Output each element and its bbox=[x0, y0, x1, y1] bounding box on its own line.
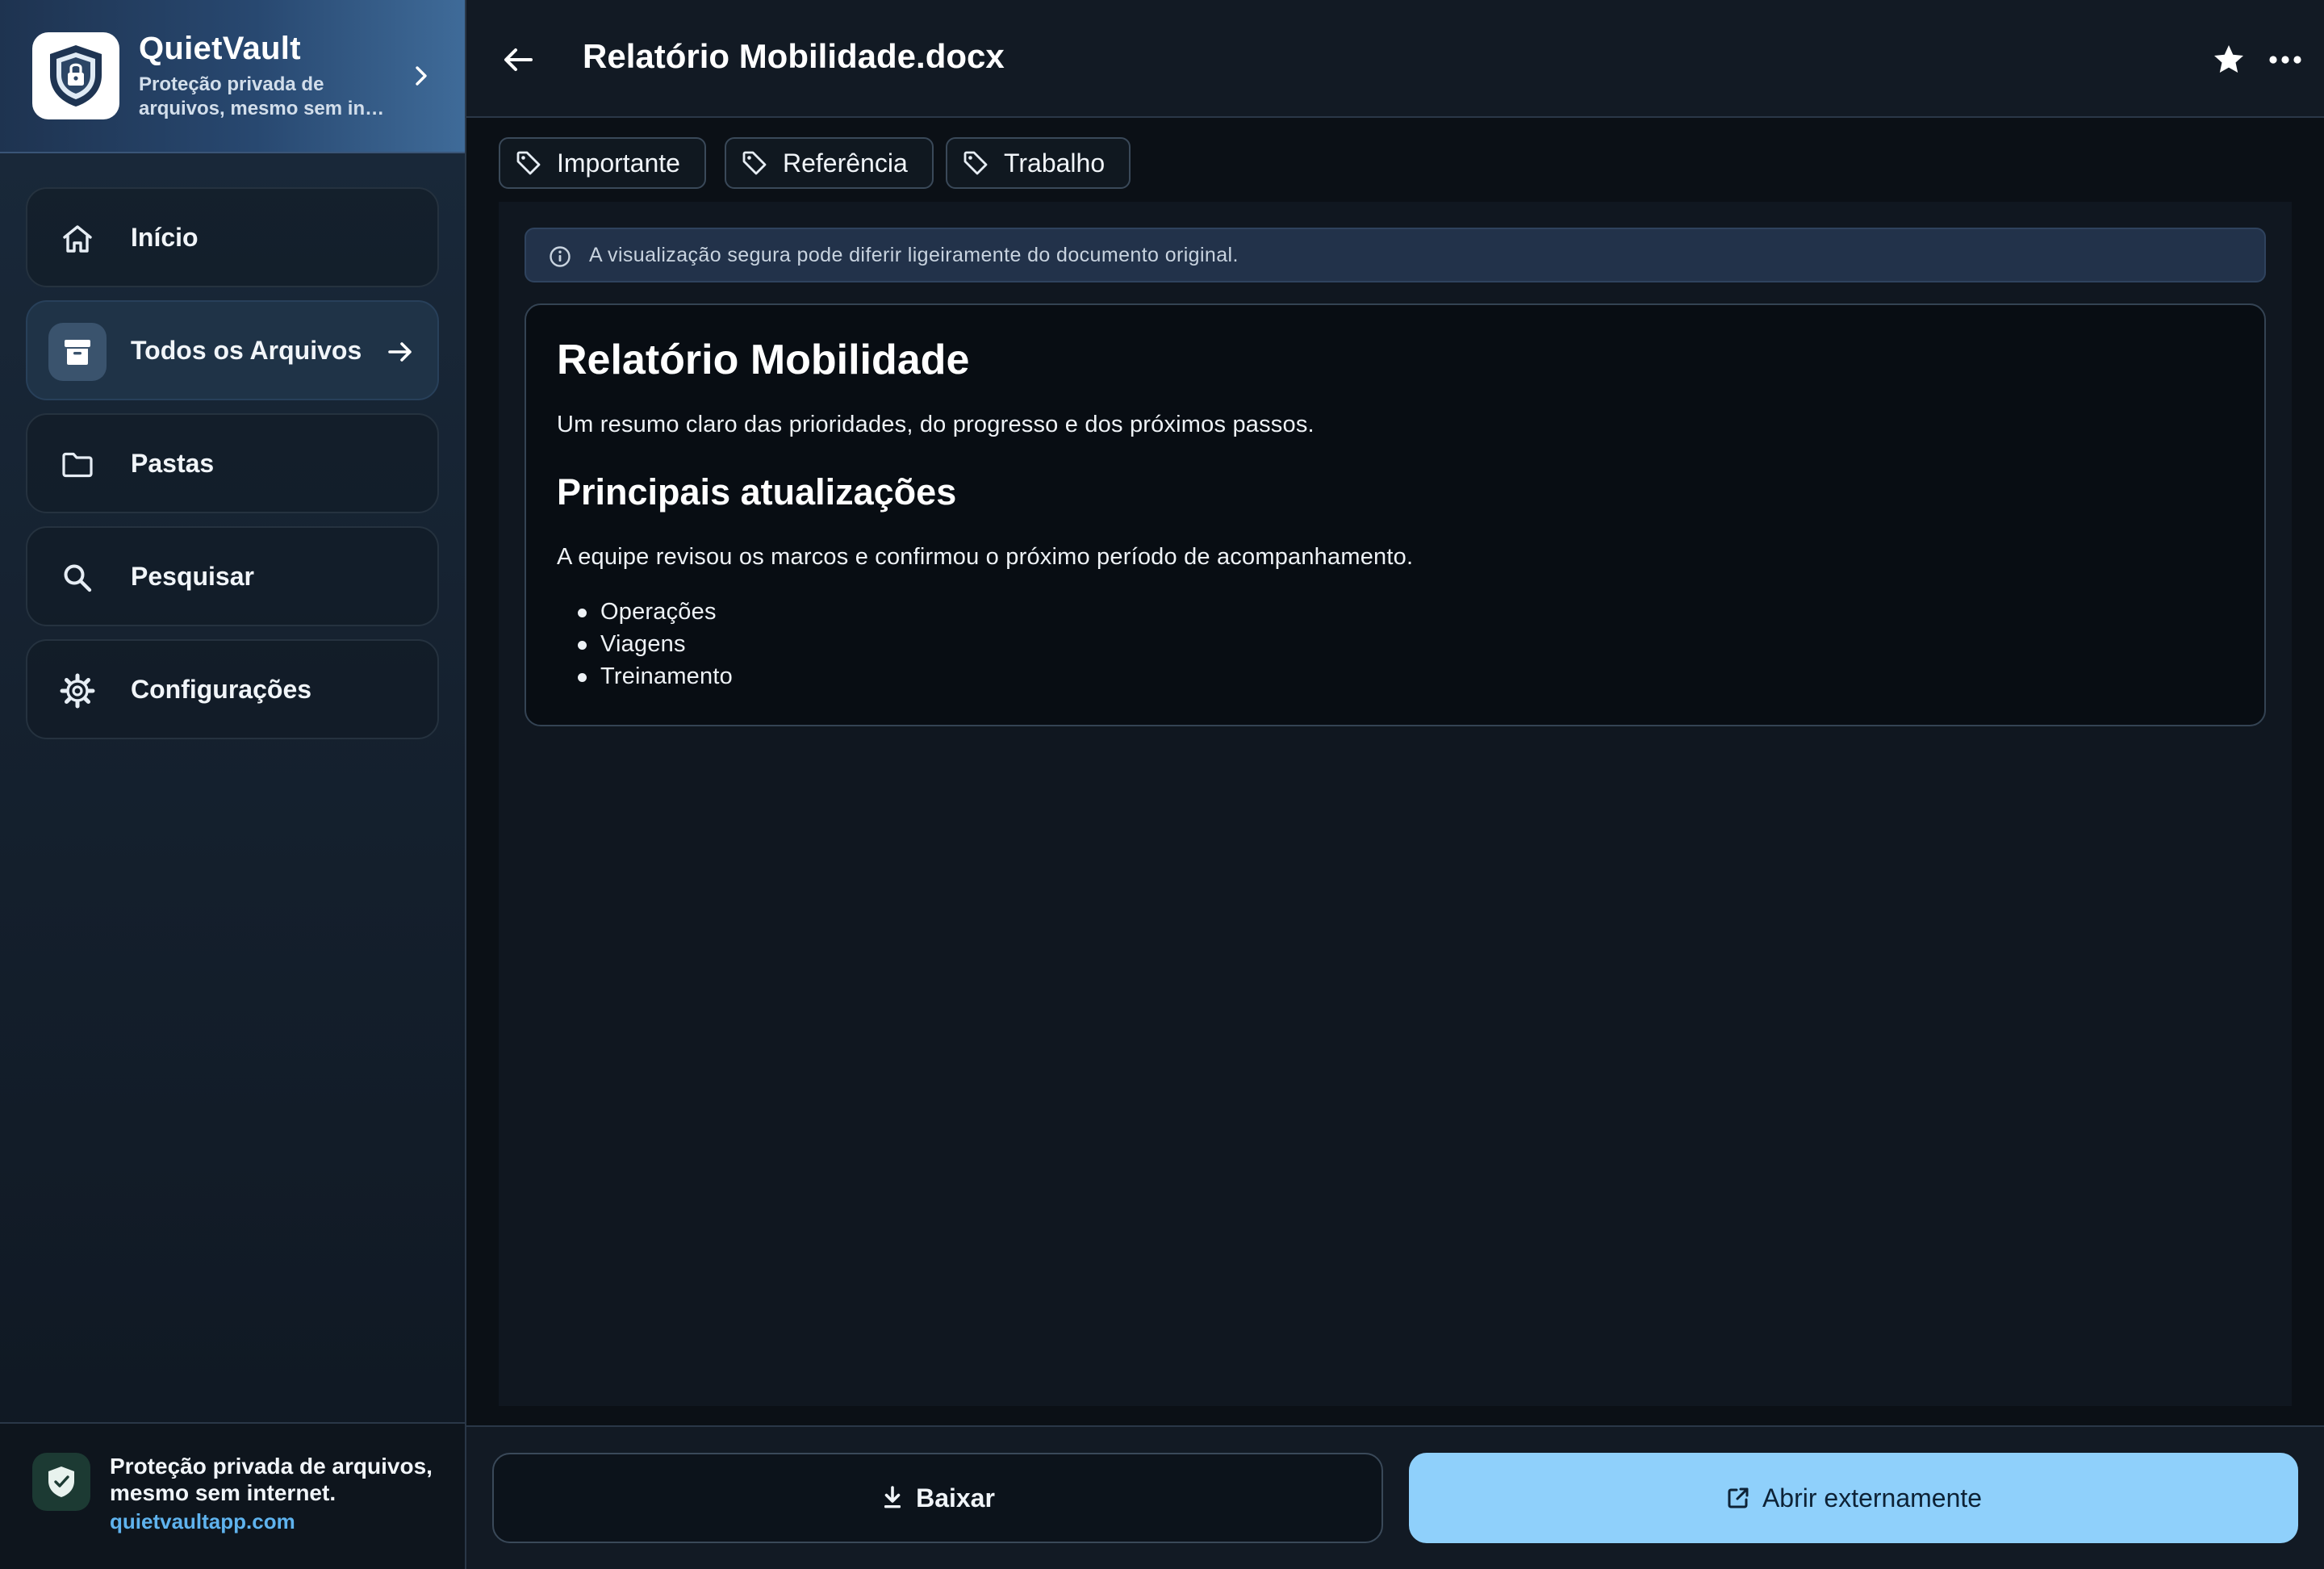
document-preview: Relatório Mobilidade Um resumo claro das… bbox=[525, 303, 2266, 726]
open-externally-button[interactable]: Abrir externamente bbox=[1409, 1453, 2298, 1543]
back-button[interactable] bbox=[495, 37, 541, 82]
folder-icon bbox=[62, 452, 93, 478]
tag-icon bbox=[963, 151, 988, 175]
document-heading: Relatório Mobilidade bbox=[557, 337, 970, 383]
sidebar: QuietVault Proteção privada de arquivos,… bbox=[0, 0, 466, 1569]
sidebar-footer: Proteção privada de arquivos, mesmo sem … bbox=[0, 1422, 465, 1569]
sidebar-item-label: Todos os Arquivos bbox=[131, 336, 362, 365]
home-icon bbox=[63, 225, 92, 253]
more-horizontal-icon bbox=[2269, 56, 2301, 64]
preview-notice: A visualização segura pode diferir ligei… bbox=[525, 228, 2266, 282]
list-item: Operações bbox=[578, 596, 733, 628]
star-icon bbox=[2214, 45, 2243, 73]
archive-box-icon bbox=[65, 340, 90, 365]
list-item: Viagens bbox=[578, 628, 733, 660]
shield-lock-icon bbox=[50, 45, 102, 107]
app-logo bbox=[32, 32, 119, 119]
sidebar-item-label: Pesquisar bbox=[131, 562, 254, 591]
sidebar-item-label: Pastas bbox=[131, 449, 215, 478]
tag-label: Trabalho bbox=[1004, 148, 1106, 178]
shield-check-icon bbox=[48, 1466, 74, 1497]
external-link-icon bbox=[1728, 1487, 1749, 1508]
info-icon bbox=[550, 246, 571, 267]
brand-header[interactable]: QuietVault Proteção privada de arquivos,… bbox=[0, 0, 465, 153]
document-intro: Um resumo claro das prioridades, do prog… bbox=[557, 412, 1315, 437]
tag-chip[interactable]: Referência bbox=[725, 137, 934, 189]
footer-tagline: Proteção privada de arquivos, mesmo sem … bbox=[110, 1454, 433, 1505]
favorite-button[interactable] bbox=[2208, 39, 2250, 81]
tag-icon bbox=[516, 151, 541, 175]
tag-label: Referência bbox=[783, 148, 908, 178]
tag-label: Importante bbox=[557, 148, 680, 178]
search-icon bbox=[64, 564, 92, 592]
page-title: Relatório Mobilidade.docx bbox=[583, 37, 1005, 75]
app-name: QuietVault bbox=[139, 31, 301, 66]
document-header: Relatório Mobilidade.docx bbox=[466, 0, 2324, 118]
tag-chip[interactable]: Importante bbox=[499, 137, 706, 189]
sidebar-item-label: Configurações bbox=[131, 675, 312, 704]
list-item: Treinamento bbox=[578, 660, 733, 692]
sidebar-item-label: Início bbox=[131, 223, 199, 252]
document-paragraph: A equipe revisou os marcos e confirmou o… bbox=[557, 544, 1414, 570]
sidebar-item-todos-os-arquivos[interactable]: Todos os Arquivos bbox=[26, 300, 439, 400]
document-bullet-list: Operações Viagens Treinamento bbox=[578, 596, 733, 692]
arrow-right-icon bbox=[388, 342, 412, 362]
action-bar: Baixar Abrir externamente bbox=[466, 1425, 2324, 1569]
gear-icon bbox=[60, 673, 95, 709]
sidebar-item-pastas[interactable]: Pastas bbox=[26, 413, 439, 513]
sidebar-item-inicio[interactable]: Início bbox=[26, 187, 439, 287]
arrow-left-icon bbox=[504, 48, 533, 71]
document-viewer[interactable]: A visualização segura pode diferir ligei… bbox=[499, 202, 2292, 1406]
tag-icon bbox=[742, 151, 767, 175]
sidebar-item-configuracoes[interactable]: Configurações bbox=[26, 639, 439, 739]
chevron-right-icon bbox=[416, 66, 427, 86]
open-externally-label: Abrir externamente bbox=[1762, 1483, 1983, 1513]
website-link[interactable]: quietvaultapp.com bbox=[110, 1509, 295, 1534]
download-button[interactable]: Baixar bbox=[492, 1453, 1383, 1543]
download-label: Baixar bbox=[916, 1483, 995, 1513]
tag-chip[interactable]: Trabalho bbox=[946, 137, 1131, 189]
document-subheading: Principais atualizações bbox=[557, 471, 957, 513]
app-tagline: Proteção privada de arquivos, mesmo sem … bbox=[139, 73, 385, 119]
more-options-button[interactable] bbox=[2261, 39, 2309, 81]
download-icon bbox=[884, 1486, 901, 1508]
sidebar-item-pesquisar[interactable]: Pesquisar bbox=[26, 526, 439, 626]
notice-text: A visualização segura pode diferir ligei… bbox=[589, 244, 1239, 266]
